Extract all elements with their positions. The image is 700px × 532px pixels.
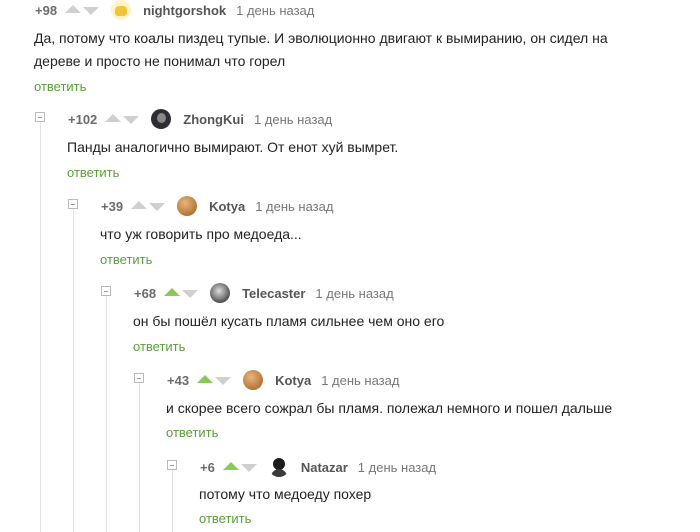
comment-time[interactable]: 1 день назад (254, 112, 332, 127)
collapse-toggle[interactable] (35, 112, 45, 122)
upvote-icon[interactable] (197, 375, 214, 383)
comment-rating: +68 (134, 285, 157, 301)
collapse-toggle[interactable] (101, 286, 111, 296)
thread-line (73, 209, 74, 532)
collapse-toggle[interactable] (68, 199, 78, 209)
comment-time[interactable]: 1 день назад (236, 3, 314, 18)
comment-text: что уж говорить про медоеда... (100, 223, 302, 246)
comment-author[interactable]: Telecaster (242, 286, 305, 301)
thread-line (40, 122, 41, 532)
comment-author[interactable]: ZhongKui (183, 112, 244, 127)
comment-line: что уж говорить про медоеда... (100, 226, 302, 242)
reply-link[interactable]: ответить (199, 511, 251, 526)
comment-line: потому что медоеду похер (199, 486, 372, 502)
upvote-icon[interactable] (131, 201, 148, 209)
kotya-avatar[interactable] (177, 196, 198, 216)
reply-link[interactable]: ответить (100, 252, 152, 267)
thread-line (139, 383, 140, 532)
comment-line: и скорее всего сожрал бы пламя. полежал … (166, 400, 613, 416)
collapse-toggle[interactable] (134, 373, 144, 383)
downvote-icon[interactable] (123, 116, 140, 124)
telecaster-avatar[interactable] (210, 283, 231, 303)
thread-line (106, 296, 107, 532)
comment-line: Панды аналогично вымирают. От енот хуй в… (67, 139, 399, 155)
natazar-avatar[interactable] (268, 457, 289, 477)
comment-text: он бы пошёл кусать пламя сильнее чем оно… (133, 310, 444, 333)
upvote-icon[interactable] (164, 288, 181, 296)
comment-author[interactable]: Kotya (275, 373, 311, 388)
comment-text: Панды аналогично вымирают. От енот хуй в… (67, 136, 398, 159)
comment-time[interactable]: 1 день назад (358, 460, 436, 475)
downvote-icon[interactable] (149, 203, 166, 211)
kotya-avatar[interactable] (243, 370, 264, 390)
comment-line: Да, потому что коалы пиздец тупые. И эво… (34, 30, 608, 46)
thread-line (172, 470, 173, 532)
upvote-icon[interactable] (65, 5, 82, 13)
zhongkui-avatar[interactable] (151, 109, 172, 129)
downvote-icon[interactable] (182, 290, 199, 298)
reply-link[interactable]: ответить (133, 339, 185, 354)
nightgorshok-avatar[interactable] (111, 0, 132, 20)
comment-rating: +98 (35, 2, 58, 18)
reply-link[interactable]: ответить (166, 425, 218, 440)
downvote-icon[interactable] (240, 464, 257, 472)
reply-link[interactable]: ответить (67, 165, 119, 180)
comment-text: и скорее всего сожрал бы пламя. полежал … (166, 397, 612, 420)
comment-rating: +43 (167, 372, 190, 388)
comment-author[interactable]: nightgorshok (143, 3, 226, 18)
comment-rating: +39 (101, 198, 124, 214)
comment-rating: +102 (68, 111, 98, 127)
upvote-icon[interactable] (105, 114, 122, 122)
comment-time[interactable]: 1 день назад (315, 286, 393, 301)
comment-rating: +6 (200, 459, 215, 475)
comment-line: он бы пошёл кусать пламя сильнее чем оно… (133, 313, 445, 329)
collapse-toggle[interactable] (167, 460, 177, 470)
reply-link[interactable]: ответить (34, 79, 86, 94)
comment-time[interactable]: 1 день назад (321, 373, 399, 388)
comment-text: потому что медоеду похер (199, 483, 371, 506)
downvote-icon[interactable] (83, 7, 100, 15)
comment-time[interactable]: 1 день назад (255, 199, 333, 214)
comment-author[interactable]: Kotya (209, 199, 245, 214)
comment-author[interactable]: Natazar (301, 460, 348, 475)
comment-line: дереве и просто не понимал что горел (34, 53, 286, 69)
comment-text: Да, потому что коалы пиздец тупые. И эво… (34, 27, 608, 73)
downvote-icon[interactable] (215, 377, 232, 385)
upvote-icon[interactable] (222, 462, 239, 470)
